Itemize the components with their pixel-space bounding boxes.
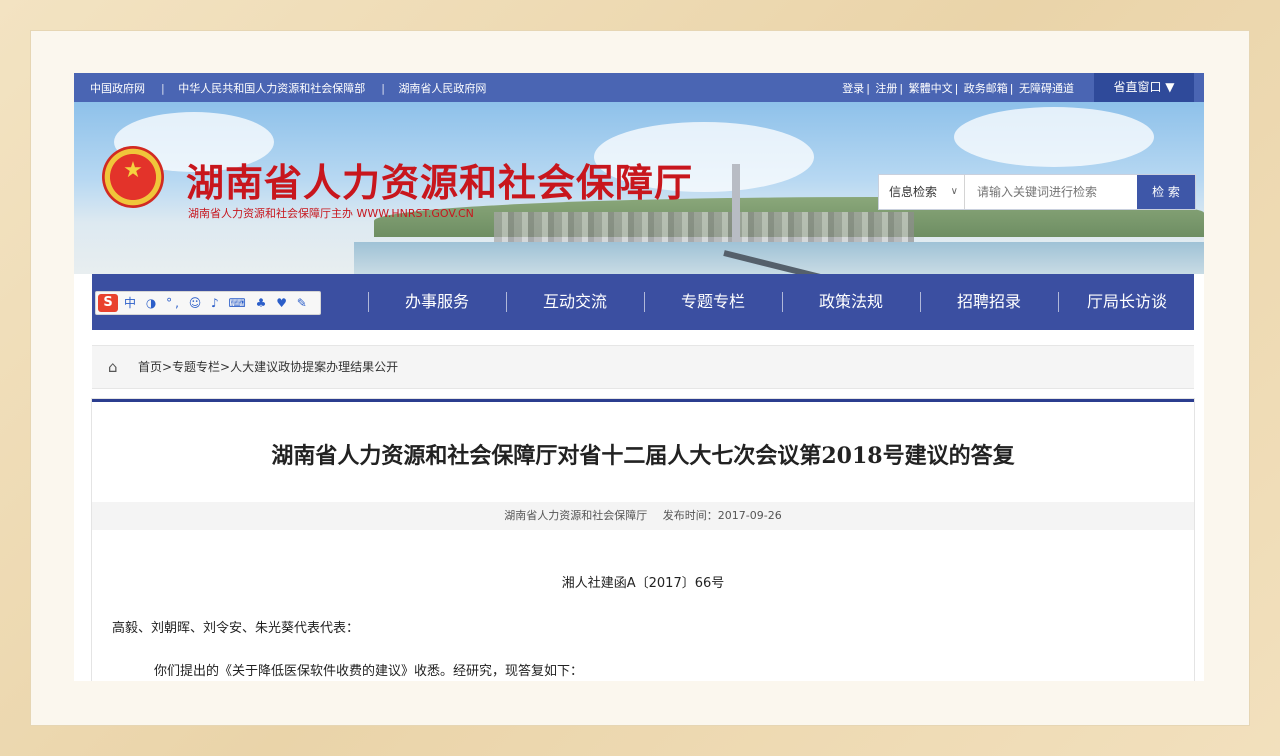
accessibility-link[interactable]: 无障碍通道 xyxy=(1019,82,1074,95)
site-title: 湖南省人力资源和社会保障厅 xyxy=(186,161,694,205)
register-link[interactable]: 注册 xyxy=(875,82,897,95)
breadcrumb: ⌂ 首页>专题专栏>人大建议政协提案办理结果公开 xyxy=(92,345,1194,389)
search-box: 信息检索 ∨ 检 索 xyxy=(878,174,1196,210)
nav-item-services[interactable]: 办事服务 xyxy=(368,274,506,330)
link-mohrss[interactable]: 中华人民共和国人力资源和社会保障部 xyxy=(178,82,365,95)
traditional-chinese-link[interactable]: 繁體中文 xyxy=(909,82,953,95)
province-window-dropdown[interactable]: 省直窗口 ▼ xyxy=(1094,73,1194,102)
document-number: 湘人社建函A〔2017〕66号 xyxy=(561,576,725,591)
chevron-down-icon: ∨ xyxy=(950,186,958,197)
account-links: 登录 | 注册 | 繁體中文 | 政务邮箱 | 无障碍通道 xyxy=(842,82,1074,95)
header-banner: ★ 湖南省人力资源和社会保障厅 湖南省人力资源和社会保障厅主办 WWW.HNRS… xyxy=(74,102,1204,274)
sogou-logo-icon[interactable]: S xyxy=(98,294,118,312)
nav-item-interviews[interactable]: 厅局长访谈 xyxy=(1058,274,1196,330)
home-icon[interactable]: ⌂ xyxy=(108,346,118,388)
article-panel: 湖南省人力资源和社会保障厅对省十二届人大七次会议第2018号建议的答复 湖南省人… xyxy=(92,399,1194,681)
ime-tool-icons[interactable]: 中 ◑ °, ☺ ♪ ⌨ ♣ ♥ ✎ xyxy=(124,292,310,314)
nav-item-policies[interactable]: 政策法规 xyxy=(782,274,920,330)
ime-toolbar[interactable]: S 中 ◑ °, ☺ ♪ ⌨ ♣ ♥ ✎ xyxy=(95,291,321,315)
web-page: 中国政府网 | 中华人民共和国人力资源和社会保障部 | 湖南省人民政府网 登录 | 注… xyxy=(74,73,1204,681)
article-paragraph: 你们提出的《关于降低医保软件收费的建议》收悉。经研究，现答复如下： xyxy=(154,664,584,679)
article-title: 湖南省人力资源和社会保障厅对省十二届人大七次会议第2018号建议的答复 xyxy=(271,443,1015,469)
search-scope-select[interactable]: 信息检索 ∨ xyxy=(879,175,965,209)
external-links: 中国政府网 | 中华人民共和国人力资源和社会保障部 | 湖南省人民政府网 xyxy=(90,82,487,95)
search-scope-label: 信息检索 xyxy=(889,185,938,199)
gov-mail-link[interactable]: 政务邮箱 xyxy=(964,82,1008,95)
login-link[interactable]: 登录 xyxy=(842,82,864,95)
national-emblem-icon: ★ xyxy=(102,146,164,208)
salutation: 高毅、刘朝晖、刘令安、朱光葵代表代表： xyxy=(112,621,360,636)
tower-decoration xyxy=(732,164,740,244)
nav-item-interaction[interactable]: 互动交流 xyxy=(506,274,644,330)
breadcrumb-trail[interactable]: 首页>专题专栏>人大建议政协提案办理结果公开 xyxy=(138,346,398,388)
nav-item-topics[interactable]: 专题专栏 xyxy=(644,274,782,330)
cloud-decoration xyxy=(954,107,1154,167)
top-utility-bar: 中国政府网 | 中华人民共和国人力资源和社会保障部 | 湖南省人民政府网 登录 | 注… xyxy=(74,73,1204,102)
search-button[interactable]: 检 索 xyxy=(1137,175,1195,209)
nav-item-recruitment[interactable]: 招聘招录 xyxy=(920,274,1058,330)
article-source: 湖南省人力资源和社会保障厅 xyxy=(504,509,648,522)
article-meta: 湖南省人力资源和社会保障厅 发布时间：2017-09-26 xyxy=(92,502,1194,530)
site-subtitle: 湖南省人力资源和社会保障厅主办 WWW.HNRST.GOV.CN xyxy=(188,207,474,220)
link-hunan-gov[interactable]: 湖南省人民政府网 xyxy=(398,82,486,95)
search-input[interactable] xyxy=(967,175,1135,209)
article-date: 发布时间：2017-09-26 xyxy=(662,509,782,522)
link-gov-cn[interactable]: 中国政府网 xyxy=(90,82,145,95)
